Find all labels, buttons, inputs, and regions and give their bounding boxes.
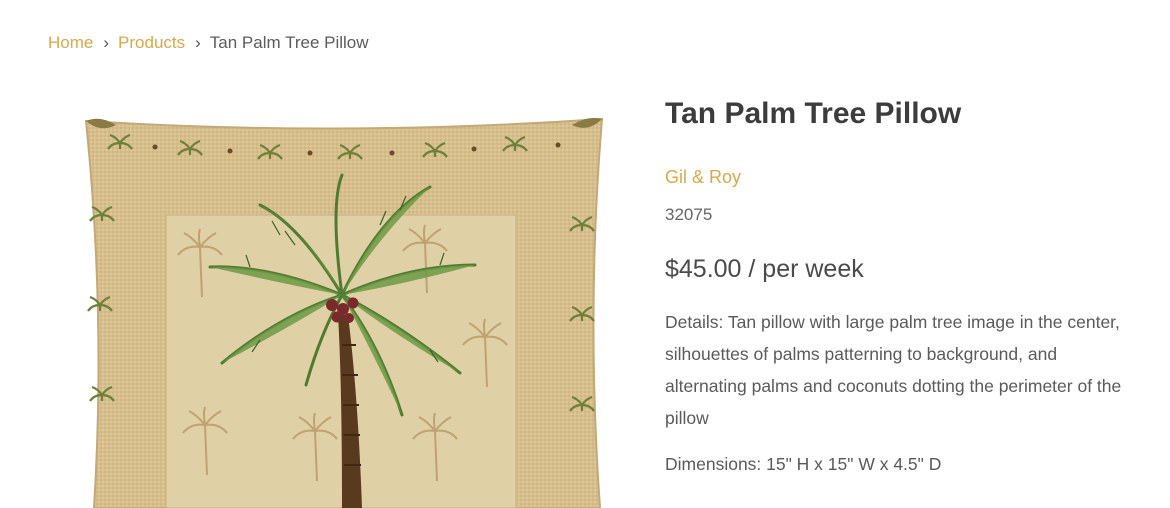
palm-tree-pillow-image <box>84 117 604 508</box>
chevron-right-icon: › <box>103 33 110 52</box>
product-title: Tan Palm Tree Pillow <box>665 97 962 130</box>
product-description: Details: Tan pillow with large palm tree… <box>665 312 1122 428</box>
breadcrumb-products-link[interactable]: Products <box>118 33 185 53</box>
breadcrumb-home-link[interactable]: Home <box>48 33 93 53</box>
brand-link[interactable]: Gil & Roy <box>665 167 741 188</box>
chevron-right-icon: › <box>195 33 201 52</box>
product-price: $45.00 / per week <box>665 255 864 283</box>
product-image[interactable] <box>80 115 608 508</box>
breadcrumb-current: Tan Palm Tree Pillow <box>209 33 369 52</box>
breadcrumb: Home › Products › Tan Palm Tree Pillow <box>48 31 369 55</box>
product-sku: 32075 <box>665 205 713 224</box>
product-dimensions: Dimensions: 15" H x 15" W x 4.5" D <box>665 454 942 474</box>
